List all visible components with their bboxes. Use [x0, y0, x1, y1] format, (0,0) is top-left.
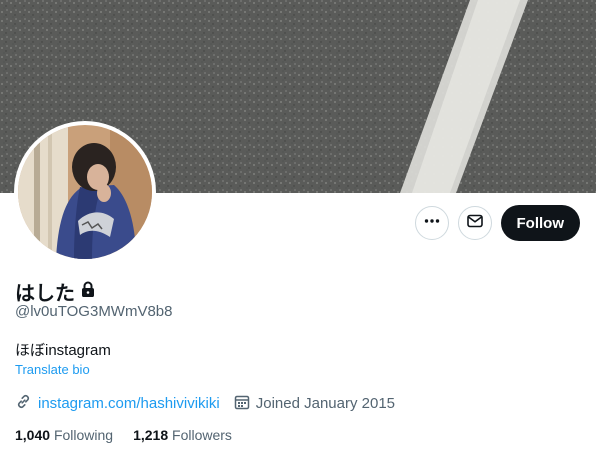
follow-button[interactable]: Follow: [500, 205, 580, 241]
profile-link[interactable]: instagram.com/hashivivikiki: [15, 393, 220, 414]
following-count: 1,040: [15, 427, 51, 443]
follow-stats: 1,040 Following 1,218 Followers: [15, 427, 232, 443]
name-row: はした: [15, 277, 95, 306]
following-label: Following: [53, 427, 114, 443]
more-icon: [423, 212, 441, 235]
link-icon: [15, 393, 32, 414]
display-name: はした: [15, 283, 75, 305]
profile-bio: ほぼinstagram: [15, 342, 111, 359]
more-button[interactable]: [414, 206, 449, 240]
message-button[interactable]: [457, 206, 492, 240]
translate-bio-link[interactable]: Translate bio: [15, 362, 90, 377]
joined-date-text: Joined January 2015: [255, 395, 396, 412]
followers-count: 1,218: [133, 427, 169, 443]
profile-link-text[interactable]: instagram.com/hashivivikiki: [38, 395, 220, 412]
mail-icon: [466, 212, 484, 235]
follow-button-label: Follow: [516, 214, 565, 232]
following-stat[interactable]: 1,040 Following: [15, 427, 113, 443]
calendar-icon: [234, 394, 250, 414]
profile-handle: @lv0uTOG3MWmV8b8: [15, 303, 173, 320]
profile-meta: instagram.com/hashivivikiki Joined Janua…: [15, 393, 395, 414]
followers-stat[interactable]: 1,218 Followers: [133, 427, 232, 443]
lock-icon: [81, 281, 95, 303]
avatar[interactable]: [14, 121, 156, 263]
joined-date: Joined January 2015: [234, 394, 395, 414]
profile-actions: Follow: [414, 205, 580, 241]
followers-label: Followers: [172, 427, 232, 443]
